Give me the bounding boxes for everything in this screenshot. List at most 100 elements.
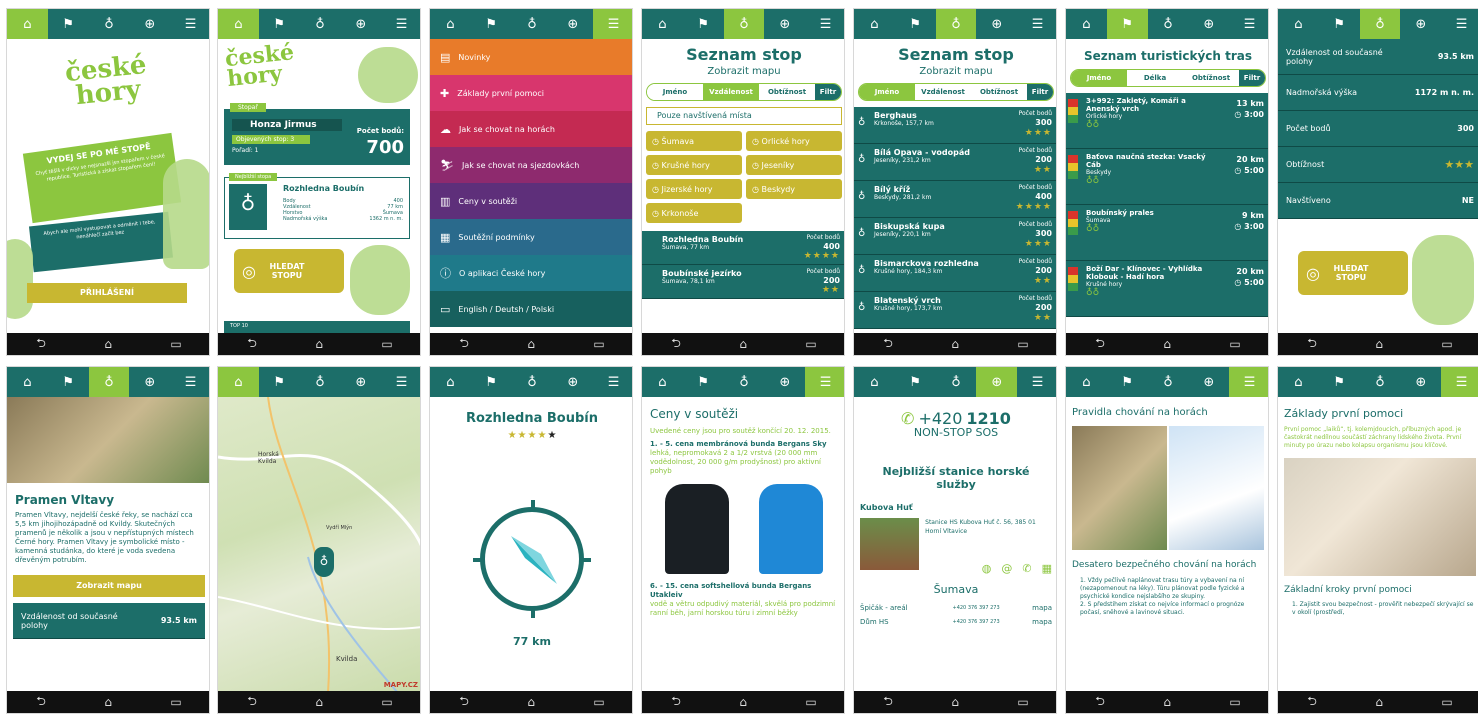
recents-icon[interactable]: ▭ [805, 337, 816, 351]
back-icon[interactable]: ⮌ [671, 692, 681, 713]
tab-name[interactable]: Jméno [859, 84, 915, 100]
home-icon[interactable]: ⌂ [642, 367, 683, 397]
home-soft-icon[interactable]: ⌂ [739, 337, 747, 351]
tracks-icon[interactable]: ⚑ [259, 9, 300, 39]
home-soft-icon[interactable]: ⌂ [951, 337, 959, 351]
tab-filter[interactable]: Filtr [1027, 84, 1053, 100]
tracks-icon[interactable]: ⚑ [1319, 367, 1360, 397]
home-soft-icon[interactable]: ⌂ [1163, 695, 1171, 709]
search-track-button[interactable]: ◎ HLEDAT STOPU [234, 249, 344, 293]
home-icon[interactable]: ⌂ [7, 9, 48, 39]
rescue-icon[interactable]: ⊕ [552, 9, 593, 39]
chip-jeseniky[interactable]: ◷ Jeseníky [746, 155, 842, 175]
login-button[interactable]: PŘIHLÁŠENÍ [27, 283, 187, 303]
chip-sumava[interactable]: ◷ Šumava [646, 131, 742, 151]
home-icon[interactable]: ⌂ [1066, 9, 1107, 39]
back-icon[interactable]: ⮌ [671, 334, 681, 355]
menu-icon[interactable]: ☰ [593, 367, 632, 397]
home-icon[interactable]: ⌂ [7, 367, 48, 397]
menu-icon[interactable]: ☰ [1441, 9, 1478, 39]
recents-icon[interactable]: ▭ [805, 695, 816, 709]
footprint-icon[interactable]: ♁ [88, 367, 130, 397]
back-icon[interactable]: ⮌ [247, 692, 257, 713]
menu-icon[interactable]: ☰ [805, 9, 844, 39]
tab-filter[interactable]: Filtr [1239, 70, 1265, 86]
list-item[interactable]: 3+992: Zakletý, Komáři a Anenský vrch Orl… [1066, 93, 1268, 149]
footprint-icon[interactable]: ♁ [724, 367, 765, 397]
menu-icon[interactable]: ☰ [1017, 367, 1056, 397]
home-soft-icon[interactable]: ⌂ [527, 337, 535, 351]
back-icon[interactable]: ⮌ [1095, 692, 1105, 713]
home-icon[interactable]: ⌂ [218, 367, 259, 397]
rescue-icon[interactable]: ⊕ [129, 367, 170, 397]
menu-icon[interactable]: ☰ [805, 367, 844, 397]
home-icon[interactable]: ⌂ [218, 9, 259, 39]
tab-difficulty[interactable]: Obtížnost [1183, 70, 1239, 86]
recents-icon[interactable]: ▭ [170, 337, 181, 351]
chip-krusne[interactable]: ◷ Krušné hory [646, 155, 742, 175]
email-icon[interactable]: @ [1001, 562, 1012, 575]
tracks-icon[interactable]: ⚑ [259, 367, 300, 397]
home-soft-icon[interactable]: ⌂ [1163, 337, 1171, 351]
list-item[interactable]: Baťova naučná stezka: Vsacký Cáb Beskydy ♁… [1066, 149, 1268, 205]
show-map-link[interactable]: Zobrazit mapu [642, 66, 844, 77]
tracks-icon[interactable]: ⚑ [683, 367, 724, 397]
list-item[interactable]: Boubínský prales Šumava ♁♁ 9 km ◷ 3:00 [1066, 205, 1268, 261]
tracks-icon[interactable]: ⚑ [895, 9, 936, 39]
footprint-icon[interactable]: ♁ [512, 367, 553, 397]
tracks-icon[interactable]: ⚑ [1106, 9, 1148, 39]
recents-icon[interactable]: ▭ [1229, 337, 1240, 351]
home-icon[interactable]: ⌂ [642, 9, 683, 39]
show-map-button[interactable]: Zobrazit mapu [13, 575, 205, 597]
home-soft-icon[interactable]: ⌂ [315, 695, 323, 709]
recents-icon[interactable]: ▭ [381, 695, 392, 709]
menu-icon[interactable]: ☰ [1441, 367, 1478, 397]
footprint-icon[interactable]: ♁ [723, 9, 765, 39]
menu-item[interactable]: ☁ Jak se chovat na horách [430, 111, 632, 147]
home-icon[interactable]: ⌂ [1278, 9, 1319, 39]
rescue-icon[interactable]: ⊕ [976, 367, 1018, 397]
tab-filter[interactable]: Filtr [815, 84, 841, 100]
back-icon[interactable]: ⮌ [883, 334, 893, 355]
chip-beskydy[interactable]: ◷ Beskydy [746, 179, 842, 199]
footprint-icon[interactable]: ♁ [1148, 9, 1189, 39]
rescue-icon[interactable]: ⊕ [340, 367, 381, 397]
recents-icon[interactable]: ▭ [381, 337, 392, 351]
menu-item[interactable]: ⛷ Jak se chovat na sjezdovkách [430, 147, 632, 183]
back-icon[interactable]: ⮌ [459, 334, 469, 355]
recents-icon[interactable]: ▭ [170, 695, 181, 709]
home-soft-icon[interactable]: ⌂ [1375, 695, 1383, 709]
recents-icon[interactable]: ▭ [1229, 695, 1240, 709]
home-soft-icon[interactable]: ⌂ [739, 695, 747, 709]
tab-name[interactable]: Jméno [647, 84, 703, 100]
map-icon[interactable]: ▦ [1042, 562, 1052, 575]
list-item[interactable]: ♁ Biskupská kupa Jeseníky, 220,1 km Počet b… [854, 218, 1056, 255]
recents-icon[interactable]: ▭ [1441, 337, 1452, 351]
footprint-icon[interactable]: ♁ [935, 9, 977, 39]
list-item[interactable]: ♁ Bílá Opava - vodopád Jeseníky, 231,2 km P… [854, 144, 1056, 181]
footprint-icon[interactable]: ♁ [512, 9, 553, 39]
home-icon[interactable]: ⌂ [430, 9, 471, 39]
tab-name[interactable]: Jméno [1071, 70, 1127, 86]
rescue-icon[interactable]: ⊕ [552, 367, 593, 397]
recents-icon[interactable]: ▭ [1017, 695, 1028, 709]
list-item[interactable]: Rozhledna Boubín Šumava, 77 km Počet bod… [642, 231, 844, 265]
back-icon[interactable]: ⮌ [459, 692, 469, 713]
track-marker-icon[interactable]: ♁ [314, 547, 334, 577]
back-icon[interactable]: ⮌ [36, 692, 46, 713]
tab-difficulty[interactable]: Obtížnost [759, 84, 815, 100]
menu-item[interactable]: ▭ English / Deutsh / Polski [430, 291, 632, 327]
tracks-icon[interactable]: ⚑ [48, 367, 89, 397]
recents-icon[interactable]: ▭ [1017, 337, 1028, 351]
menu-icon[interactable]: ☰ [1229, 9, 1268, 39]
menu-item[interactable]: ✚ Základy první pomoci [430, 75, 632, 111]
menu-icon[interactable]: ☰ [593, 9, 632, 39]
footprint-icon[interactable]: ♁ [300, 9, 341, 39]
home-soft-icon[interactable]: ⌂ [1375, 337, 1383, 351]
list-item[interactable]: ♁ Berghaus Krkonoše, 157,7 km Počet bodů 300… [854, 107, 1056, 144]
rescue-icon[interactable]: ⊕ [1400, 367, 1441, 397]
home-icon[interactable]: ⌂ [854, 9, 895, 39]
web-icon[interactable]: ◍ [982, 562, 992, 575]
visited-only-toggle[interactable]: Pouze navštívená místa [646, 107, 842, 125]
recents-icon[interactable]: ▭ [593, 695, 604, 709]
